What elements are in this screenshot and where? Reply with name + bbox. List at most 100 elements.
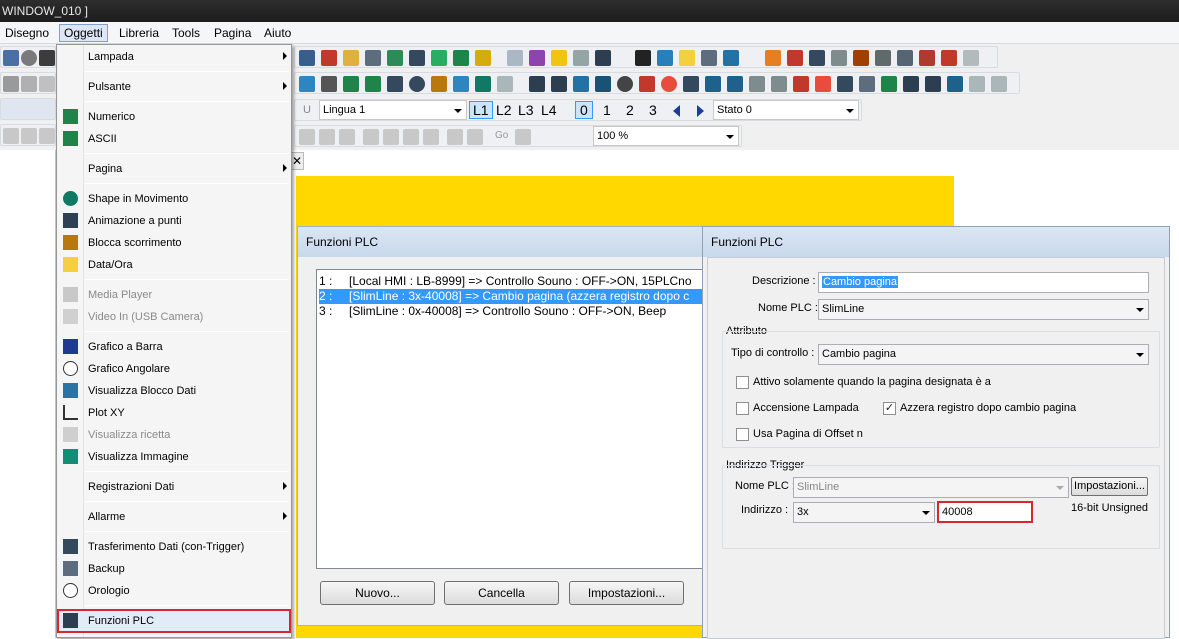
object-icon[interactable] xyxy=(529,76,545,92)
object-icon[interactable] xyxy=(765,50,781,66)
object-icon[interactable] xyxy=(387,50,403,66)
menu-item-shape-in-movimento[interactable]: Shape in Movimento xyxy=(57,188,291,210)
ascii-icon[interactable] xyxy=(365,76,381,92)
trigger-settings-button[interactable]: Impostazioni... xyxy=(1071,477,1148,496)
object-icon[interactable] xyxy=(925,76,941,92)
tool-icon[interactable] xyxy=(515,129,531,145)
close-tab-icon[interactable]: ✕ xyxy=(290,152,304,170)
menu-disegno[interactable]: Disegno xyxy=(5,26,49,40)
flip-icon[interactable] xyxy=(383,129,399,145)
menu-pagina[interactable]: Pagina xyxy=(214,26,251,40)
object-icon[interactable] xyxy=(809,50,825,66)
object-icon[interactable] xyxy=(793,76,809,92)
offset-page-checkbox[interactable] xyxy=(736,428,749,441)
flip-icon[interactable] xyxy=(403,129,419,145)
object-icon[interactable] xyxy=(881,76,897,92)
state-select[interactable]: Stato 0 xyxy=(713,100,859,120)
object-icon[interactable] xyxy=(551,76,567,92)
object-icon[interactable] xyxy=(431,76,447,92)
menu-item-blocco-dati[interactable]: Visualizza Blocco Dati xyxy=(57,380,291,402)
object-icon[interactable] xyxy=(837,76,853,92)
object-icon[interactable] xyxy=(815,76,831,92)
object-icon[interactable] xyxy=(963,50,979,66)
lamp-checkbox[interactable] xyxy=(736,402,749,415)
menu-item-trasferimento-dati[interactable]: Trasferimento Dati (con-Trigger) xyxy=(57,536,291,558)
clock-icon[interactable] xyxy=(409,76,425,92)
menu-item-video-in[interactable]: Video In (USB Camera) xyxy=(57,306,291,328)
tool-icon[interactable] xyxy=(39,76,55,92)
settings-button[interactable]: Impostazioni... xyxy=(569,581,684,605)
state-3[interactable]: 3 xyxy=(649,102,657,118)
menu-item-plot-xy[interactable]: Plot XY xyxy=(57,402,291,424)
object-icon[interactable] xyxy=(387,76,403,92)
align-icon[interactable] xyxy=(39,128,55,144)
object-icon[interactable] xyxy=(897,50,913,66)
menu-item-grafico-barra[interactable]: Grafico a Barra xyxy=(57,336,291,358)
object-icon[interactable] xyxy=(701,50,717,66)
plc-name-select[interactable]: SlimLine xyxy=(818,299,1149,320)
group-icon[interactable] xyxy=(447,129,463,145)
object-icon[interactable] xyxy=(727,76,743,92)
context-help-icon[interactable] xyxy=(39,50,55,66)
layer-l1[interactable]: L1 xyxy=(469,101,493,119)
zoom-select[interactable]: 100 % xyxy=(593,126,739,146)
go-button[interactable]: Go xyxy=(495,130,508,141)
object-icon[interactable] xyxy=(969,76,985,92)
object-icon[interactable] xyxy=(595,76,611,92)
object-icon[interactable] xyxy=(573,76,589,92)
plc-functions-list[interactable]: 1 : [Local HMI : LB-8999] => Controllo S… xyxy=(316,269,711,569)
state-2[interactable]: 2 xyxy=(626,102,634,118)
music-icon[interactable] xyxy=(635,50,651,66)
clock-icon[interactable] xyxy=(617,76,633,92)
menu-item-numerico[interactable]: Numerico xyxy=(57,106,291,128)
list-item-selected[interactable]: 2 : [SlimLine : 3x-40008] => Cambio pagi… xyxy=(319,289,711,304)
help-icon[interactable] xyxy=(21,50,37,66)
object-icon[interactable] xyxy=(497,76,513,92)
list-item[interactable]: 1 : [Local HMI : LB-8999] => Controllo S… xyxy=(319,274,692,289)
menu-aiuto[interactable]: Aiuto xyxy=(264,26,291,40)
object-icon[interactable] xyxy=(343,50,359,66)
object-icon[interactable] xyxy=(683,76,699,92)
align-icon[interactable] xyxy=(3,128,19,144)
layer-l3[interactable]: L3 xyxy=(518,102,534,118)
state-0[interactable]: 0 xyxy=(575,101,593,119)
object-icon[interactable] xyxy=(573,50,589,66)
address-input[interactable]: 40008 xyxy=(937,501,1033,523)
object-icon[interactable] xyxy=(831,50,847,66)
numeric-icon[interactable] xyxy=(343,76,359,92)
menu-item-pagina[interactable]: Pagina xyxy=(57,158,291,180)
object-icon[interactable] xyxy=(853,50,869,66)
object-icon[interactable] xyxy=(991,76,1007,92)
object-icon[interactable] xyxy=(507,50,523,66)
target-icon[interactable] xyxy=(661,76,677,92)
active-only-checkbox[interactable] xyxy=(736,376,749,389)
previous-state-icon[interactable] xyxy=(673,105,680,117)
object-icon[interactable] xyxy=(947,76,963,92)
object-icon[interactable] xyxy=(595,50,611,66)
flip-icon[interactable] xyxy=(423,129,439,145)
list-item[interactable]: 3 : [SlimLine : 0x-40008] => Controllo S… xyxy=(319,304,666,319)
object-icon[interactable] xyxy=(453,50,469,66)
description-input[interactable]: Cambio pagina xyxy=(818,272,1149,293)
object-icon[interactable] xyxy=(431,50,447,66)
control-type-select[interactable]: Cambio pagina xyxy=(818,344,1149,365)
object-icon[interactable] xyxy=(705,76,721,92)
menu-item-blocca-scorrimento[interactable]: Blocca scorrimento xyxy=(57,232,291,254)
object-icon[interactable] xyxy=(657,50,673,66)
object-icon[interactable] xyxy=(875,50,891,66)
align-icon[interactable] xyxy=(21,128,37,144)
menu-item-ascii[interactable]: ASCII xyxy=(57,128,291,150)
menu-item-animazione[interactable]: Animazione a punti xyxy=(57,210,291,232)
menu-item-data-ora[interactable]: Data/Ora xyxy=(57,254,291,276)
menu-item-registrazioni-dati[interactable]: Registrazioni Dati xyxy=(57,476,291,498)
object-icon[interactable] xyxy=(551,50,567,66)
menu-item-allarme[interactable]: Allarme xyxy=(57,506,291,528)
object-icon[interactable] xyxy=(639,76,655,92)
object-icon[interactable] xyxy=(941,50,957,66)
menu-libreria[interactable]: Libreria xyxy=(119,26,159,40)
align-icon[interactable] xyxy=(339,129,355,145)
object-icon[interactable] xyxy=(787,50,803,66)
menu-item-ricetta[interactable]: Visualizza ricetta xyxy=(57,424,291,446)
menu-item-lampada[interactable]: Lampada xyxy=(57,46,291,68)
reset-register-checkbox[interactable]: ✓ xyxy=(883,402,896,415)
